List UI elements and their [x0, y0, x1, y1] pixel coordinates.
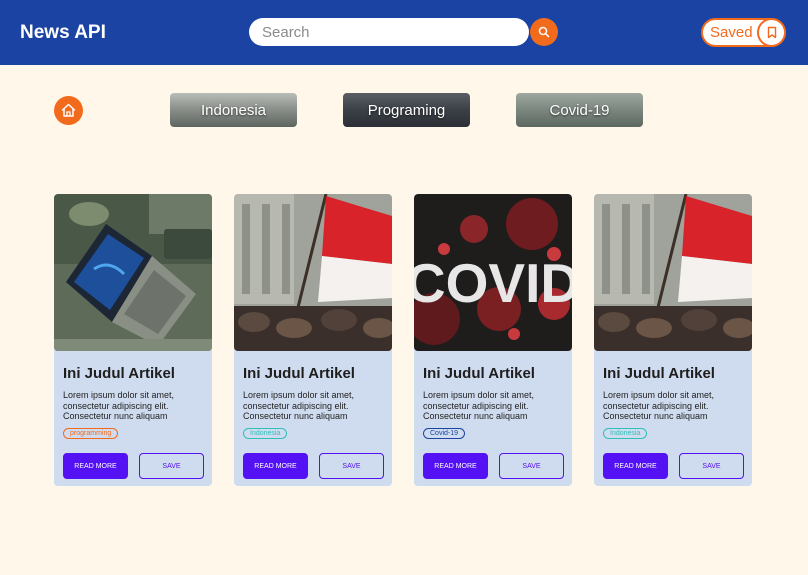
- card-tag[interactable]: Indonesia: [243, 428, 288, 439]
- category-label: Indonesia: [200, 101, 267, 119]
- indonesia-flag-image: [234, 194, 392, 351]
- category-label: Programing: [367, 101, 446, 119]
- article-card: COVID Ini Judul Artikel Lorem ipsum dolo…: [414, 194, 572, 486]
- read-more-button[interactable]: READ MORE: [63, 453, 128, 479]
- search-button[interactable]: [530, 18, 558, 46]
- home-icon: [61, 103, 76, 117]
- top-navbar: News API Saved: [0, 0, 808, 65]
- category-chip-covid[interactable]: Covid-19: [516, 93, 643, 127]
- card-tag[interactable]: programming: [63, 428, 119, 439]
- card-title: Ini Judul Artikel: [243, 365, 355, 382]
- article-card: Ini Judul Artikel Lorem ipsum dolor sit …: [594, 194, 752, 486]
- article-card: Ini Judul Artikel Lorem ipsum dolor sit …: [54, 194, 212, 486]
- article-card: Ini Judul Artikel Lorem ipsum dolor sit …: [234, 194, 392, 486]
- save-button[interactable]: SAVE: [319, 453, 384, 479]
- category-chip-indonesia[interactable]: Indonesia: [170, 93, 297, 127]
- saved-button[interactable]: Saved: [701, 18, 786, 47]
- card-tag[interactable]: Indonesia: [603, 428, 648, 439]
- indonesia-flag-image: [594, 194, 752, 351]
- card-title: Ini Judul Artikel: [423, 365, 535, 382]
- read-more-button[interactable]: READ MORE: [423, 453, 488, 479]
- card-description: Lorem ipsum dolor sit amet, consectetur …: [63, 390, 175, 421]
- save-button[interactable]: SAVE: [499, 453, 564, 479]
- save-button[interactable]: SAVE: [679, 453, 744, 479]
- card-tag[interactable]: Covid-19: [423, 428, 466, 439]
- read-more-button[interactable]: READ MORE: [243, 453, 308, 479]
- laptop-image: [54, 194, 212, 351]
- card-description: Lorem ipsum dolor sit amet, consectetur …: [243, 390, 355, 421]
- saved-label: Saved: [710, 24, 753, 41]
- card-title: Ini Judul Artikel: [63, 365, 175, 382]
- card-description: Lorem ipsum dolor sit amet, consectetur …: [603, 390, 715, 421]
- card-title: Ini Judul Artikel: [603, 365, 715, 382]
- home-button[interactable]: [54, 96, 83, 125]
- covid-image-text: COVID: [414, 252, 572, 314]
- save-button[interactable]: SAVE: [139, 453, 204, 479]
- covid-image: COVID: [414, 194, 572, 351]
- read-more-button[interactable]: READ MORE: [603, 453, 668, 479]
- category-label: Covid-19: [549, 101, 610, 119]
- search-input[interactable]: [249, 18, 529, 46]
- category-chip-programing[interactable]: Programing: [343, 93, 470, 127]
- app-title[interactable]: News API: [20, 22, 106, 44]
- card-description: Lorem ipsum dolor sit amet, consectetur …: [423, 390, 535, 421]
- bookmark-icon: [757, 18, 786, 47]
- search-icon: [538, 26, 550, 38]
